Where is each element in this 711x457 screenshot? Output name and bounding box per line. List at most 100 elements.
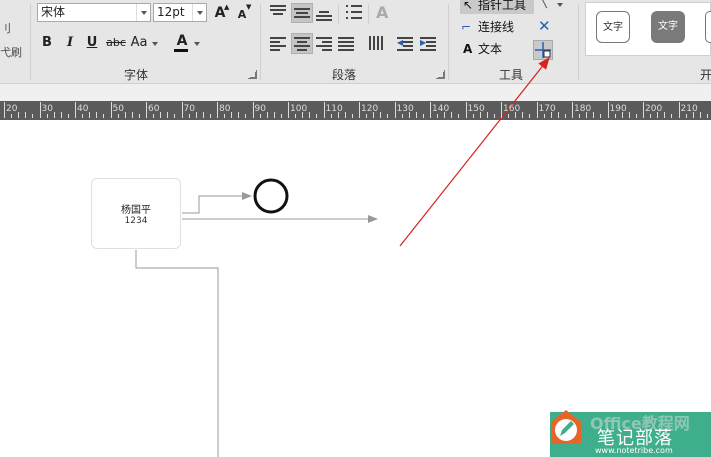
ruler-major-tick [394,102,396,118]
ruler-major-tick [146,102,147,118]
ruler-minor-tick [344,112,346,118]
watermark-url: www.notetribe.com [595,446,673,455]
ruler-major-tick [465,102,467,118]
ruler-minor-tick [486,112,488,118]
ruler-major-tick [252,102,254,118]
ruler-minor-tick [621,112,623,118]
ruler-minor-tick [124,112,126,118]
ruler-label: 190 [609,104,627,114]
ruler-major-tick [39,102,41,118]
ruler-minor-tick [408,112,410,118]
ruler-label: 50 [112,104,124,114]
ruler-minor-tick [238,112,240,118]
ruler-minor-tick [11,114,13,118]
ruler-minor-tick [295,114,297,118]
ruler-minor-tick [96,112,98,118]
ruler-label: 180 [574,104,592,114]
ruler-minor-tick [387,114,389,118]
ruler-major-tick [75,102,76,118]
ruler-minor-tick [437,114,439,118]
ruler-minor-tick [493,114,495,118]
ruler-minor-tick [60,112,62,118]
ruler-minor-tick [508,114,510,118]
ruler-minor-tick [18,112,20,118]
ruler-minor-tick [422,114,424,118]
ruler-minor-tick [32,114,34,118]
ruler-minor-tick [557,112,559,118]
ruler-minor-tick [522,112,524,118]
ruler-minor-tick [337,112,339,118]
ruler-minor-tick [586,112,588,118]
ruler-major-tick [501,102,502,118]
ruler-minor-tick [685,114,687,118]
ruler-minor-tick [46,114,48,118]
ruler-major-tick [288,102,289,118]
ruler-minor-tick [167,112,169,118]
ruler-label: 160 [503,104,521,114]
ruler-minor-tick [309,112,311,118]
ruler-minor-tick [224,114,226,118]
ruler-minor-tick [82,114,84,118]
ruler-major-tick [678,102,680,118]
ruler-label: 200 [645,104,663,114]
circle-shape[interactable] [253,178,289,214]
ruler-major-tick [181,102,183,118]
ruler-major-tick [607,102,609,118]
ruler-minor-tick [671,114,673,118]
ruler-minor-tick [266,112,268,118]
ruler-minor-tick [25,112,27,118]
ruler-minor-tick [650,114,652,118]
ruler-minor-tick [174,114,176,118]
ruler-minor-tick [67,114,69,118]
ruler-label: 210 [680,104,698,114]
ruler-minor-tick [117,114,119,118]
ruler-minor-tick [209,114,211,118]
ruler-minor-tick [138,114,140,118]
ruler-major-tick [217,102,218,118]
ruler-minor-tick [380,112,382,118]
ruler-label: 40 [77,104,89,114]
ruler-label: 90 [254,104,266,114]
ruler-minor-tick [259,114,261,118]
ruler-label: 30 [41,104,53,114]
ruler-label: 70 [183,104,195,114]
ruler-minor-tick [529,114,531,118]
ruler-minor-tick [351,114,353,118]
ruler-minor-tick [600,114,602,118]
ruler-minor-tick [515,112,517,118]
ruler-major-tick [110,102,112,118]
ruler-minor-tick [89,112,91,118]
ruler-minor-tick [195,112,197,118]
ruler-minor-tick [316,114,318,118]
ruler-major-tick [643,102,644,118]
connector-down[interactable] [135,250,219,457]
ruler-minor-tick [664,112,666,118]
connector-to-circle[interactable] [182,192,252,214]
ruler-major-tick [572,102,573,118]
ruler-label: 130 [396,104,414,114]
ruler-minor-tick [550,112,552,118]
ruler-minor-tick [543,114,545,118]
ruler-minor-tick [451,112,453,118]
ruler-minor-tick [706,114,708,118]
ruler-major-tick [4,102,5,118]
red-pointer-arrow [399,57,550,247]
ruler-minor-tick [628,112,630,118]
ruler-label: 150 [467,104,485,114]
ruler-minor-tick [245,114,247,118]
ruler-minor-tick [330,114,332,118]
ruler-minor-tick [302,112,304,118]
ruler-major-tick [359,102,360,118]
ruler-minor-tick [593,112,595,118]
ruler-minor-tick [415,112,417,118]
ruler-major-tick [430,102,431,118]
ruler-label: 140 [432,104,450,114]
ruler-minor-tick [579,114,581,118]
ruler-label: 170 [538,104,556,114]
ruler-label: 100 [290,104,308,114]
ruler-label: 80 [219,104,231,114]
watermark-logo-icon [551,410,581,444]
ruler-label: 20 [6,104,18,114]
ruler-minor-tick [444,112,446,118]
ruler-minor-tick [479,112,481,118]
